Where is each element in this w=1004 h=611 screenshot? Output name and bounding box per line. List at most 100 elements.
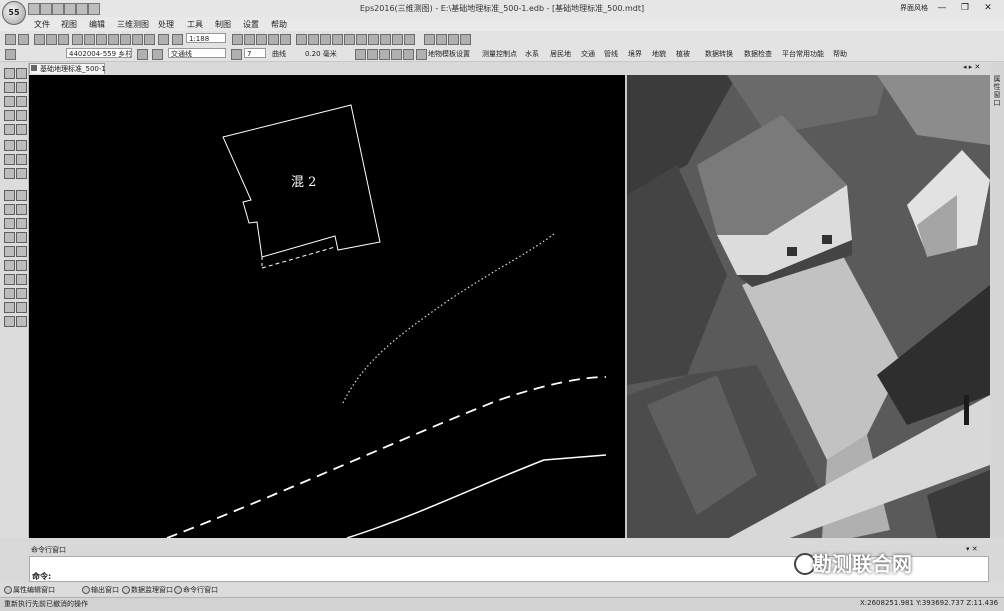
menu-settings[interactable]: 设置: [243, 19, 259, 30]
menu-landform[interactable]: 地貌: [652, 49, 666, 59]
bend-icon[interactable]: [16, 154, 27, 165]
measure-icon[interactable]: [344, 34, 355, 45]
menu-data-conversion[interactable]: 数据转换: [705, 49, 733, 59]
symbol-icon[interactable]: [4, 154, 15, 165]
open-file-icon[interactable]: [40, 3, 52, 15]
sync-view-icon[interactable]: [404, 34, 415, 45]
image-icon[interactable]: [356, 34, 367, 45]
menu-edit[interactable]: 编辑: [89, 19, 105, 30]
layer-icon[interactable]: [137, 49, 148, 60]
window-icon[interactable]: [280, 34, 291, 45]
undo-icon[interactable]: [5, 34, 16, 45]
orbit-icon[interactable]: [308, 34, 319, 45]
save-icon[interactable]: [52, 3, 64, 15]
pan-icon[interactable]: [120, 34, 131, 45]
angle-icon[interactable]: [16, 140, 27, 151]
building-label[interactable]: 混 2: [291, 171, 316, 190]
move-object-icon[interactable]: [16, 190, 27, 201]
quick-access-dropdown-icon[interactable]: [88, 3, 100, 15]
offset-icon[interactable]: [16, 218, 27, 229]
zoom-extent-icon[interactable]: [132, 34, 143, 45]
zoom-window-icon[interactable]: [108, 34, 119, 45]
menu-data-check[interactable]: 数据检查: [744, 49, 772, 59]
color-index-select[interactable]: 7: [244, 48, 266, 58]
spline-icon[interactable]: [4, 302, 15, 313]
perpendicular-icon[interactable]: [16, 246, 27, 257]
trim-icon[interactable]: [4, 204, 15, 215]
statistics-icon[interactable]: [460, 34, 471, 45]
menu-cartography[interactable]: 制图: [215, 19, 231, 30]
scale-input[interactable]: 1:188: [186, 33, 226, 43]
restore-button[interactable]: ❐: [958, 2, 972, 14]
texture-icon[interactable]: [392, 34, 403, 45]
slash-icon[interactable]: [16, 168, 27, 179]
new-file-icon[interactable]: [28, 3, 40, 15]
copy-icon[interactable]: [46, 34, 57, 45]
document-tab[interactable]: 基础地理标准_500-1: [29, 63, 106, 74]
menu-view[interactable]: 视图: [61, 19, 77, 30]
paste-icon[interactable]: [58, 34, 69, 45]
tab-data-supervision[interactable]: 数据监理窗口: [131, 585, 173, 595]
panel-icon[interactable]: [268, 34, 279, 45]
box-icon[interactable]: [16, 124, 27, 135]
zoom-out-icon[interactable]: [96, 34, 107, 45]
menu-tools[interactable]: 工具: [187, 19, 203, 30]
delete-icon[interactable]: [72, 34, 83, 45]
color-swatch-icon[interactable]: [231, 49, 242, 60]
fly-icon[interactable]: [320, 34, 331, 45]
snap-icon[interactable]: [16, 260, 27, 271]
line-type-select[interactable]: 交通线: [168, 48, 226, 58]
attribute-panel-tab[interactable]: 属性窗口: [993, 75, 1001, 107]
lock-icon[interactable]: [4, 316, 15, 327]
menu-hydrography[interactable]: 水系: [525, 49, 539, 59]
edit-note-icon[interactable]: [391, 49, 402, 60]
print-preview-icon[interactable]: [76, 3, 88, 15]
command-window-controls[interactable]: ▾ ✕: [966, 545, 978, 553]
print-icon[interactable]: [64, 3, 76, 15]
menu-control-points[interactable]: 测量控制点: [482, 49, 517, 59]
tab-attribute-edit[interactable]: 属性编辑窗口: [13, 585, 55, 595]
help-query-icon[interactable]: [152, 49, 163, 60]
menu-boundary[interactable]: 境界: [628, 49, 642, 59]
fill-icon[interactable]: [379, 49, 390, 60]
circle-icon[interactable]: [4, 124, 15, 135]
cross-icon[interactable]: [16, 274, 27, 285]
menu-help-2[interactable]: 帮助: [833, 49, 847, 59]
line-style-select[interactable]: 曲线: [272, 49, 286, 59]
layout-icon[interactable]: [244, 34, 255, 45]
oblique-photo-view[interactable]: [627, 75, 990, 538]
mirror-icon[interactable]: [4, 218, 15, 229]
graph-icon[interactable]: [16, 302, 27, 313]
node-edit-icon[interactable]: [16, 68, 27, 79]
3d-view-icon[interactable]: [296, 34, 307, 45]
copy-object-icon[interactable]: [4, 190, 15, 201]
pen-icon[interactable]: [355, 49, 366, 60]
arc-icon[interactable]: [4, 96, 15, 107]
polyline-icon[interactable]: [16, 82, 27, 93]
target-icon[interactable]: [16, 204, 27, 215]
text-icon[interactable]: [4, 140, 15, 151]
cut-icon[interactable]: [34, 34, 45, 45]
join-icon[interactable]: [4, 260, 15, 271]
pane-controls[interactable]: ◂ ▸ ✕: [963, 63, 980, 71]
rotate-icon[interactable]: [16, 232, 27, 243]
check-icon[interactable]: [403, 49, 414, 60]
break-icon[interactable]: [4, 246, 15, 257]
line-draw-icon[interactable]: [4, 82, 15, 93]
code-lookup-icon[interactable]: [5, 49, 16, 60]
menu-pipeline[interactable]: 管线: [604, 49, 618, 59]
filter-icon[interactable]: [16, 110, 27, 121]
brush-icon[interactable]: [367, 49, 378, 60]
wave-icon[interactable]: [4, 288, 15, 299]
select-icon[interactable]: [4, 68, 15, 79]
settings-icon[interactable]: [16, 316, 27, 327]
layer-manager-icon[interactable]: [424, 34, 435, 45]
walk-icon[interactable]: [332, 34, 343, 45]
interface-style-menu[interactable]: 界面风格: [900, 3, 928, 13]
menu-common-functions[interactable]: 平台常用功能: [782, 49, 824, 59]
menu-process[interactable]: 处理: [158, 19, 174, 30]
menu-traffic[interactable]: 交通: [581, 49, 595, 59]
layer-code-select[interactable]: 4402004-559 乡村路: [66, 48, 132, 58]
tab-command-line[interactable]: 命令行窗口: [183, 585, 218, 595]
close-button[interactable]: ✕: [981, 2, 995, 14]
